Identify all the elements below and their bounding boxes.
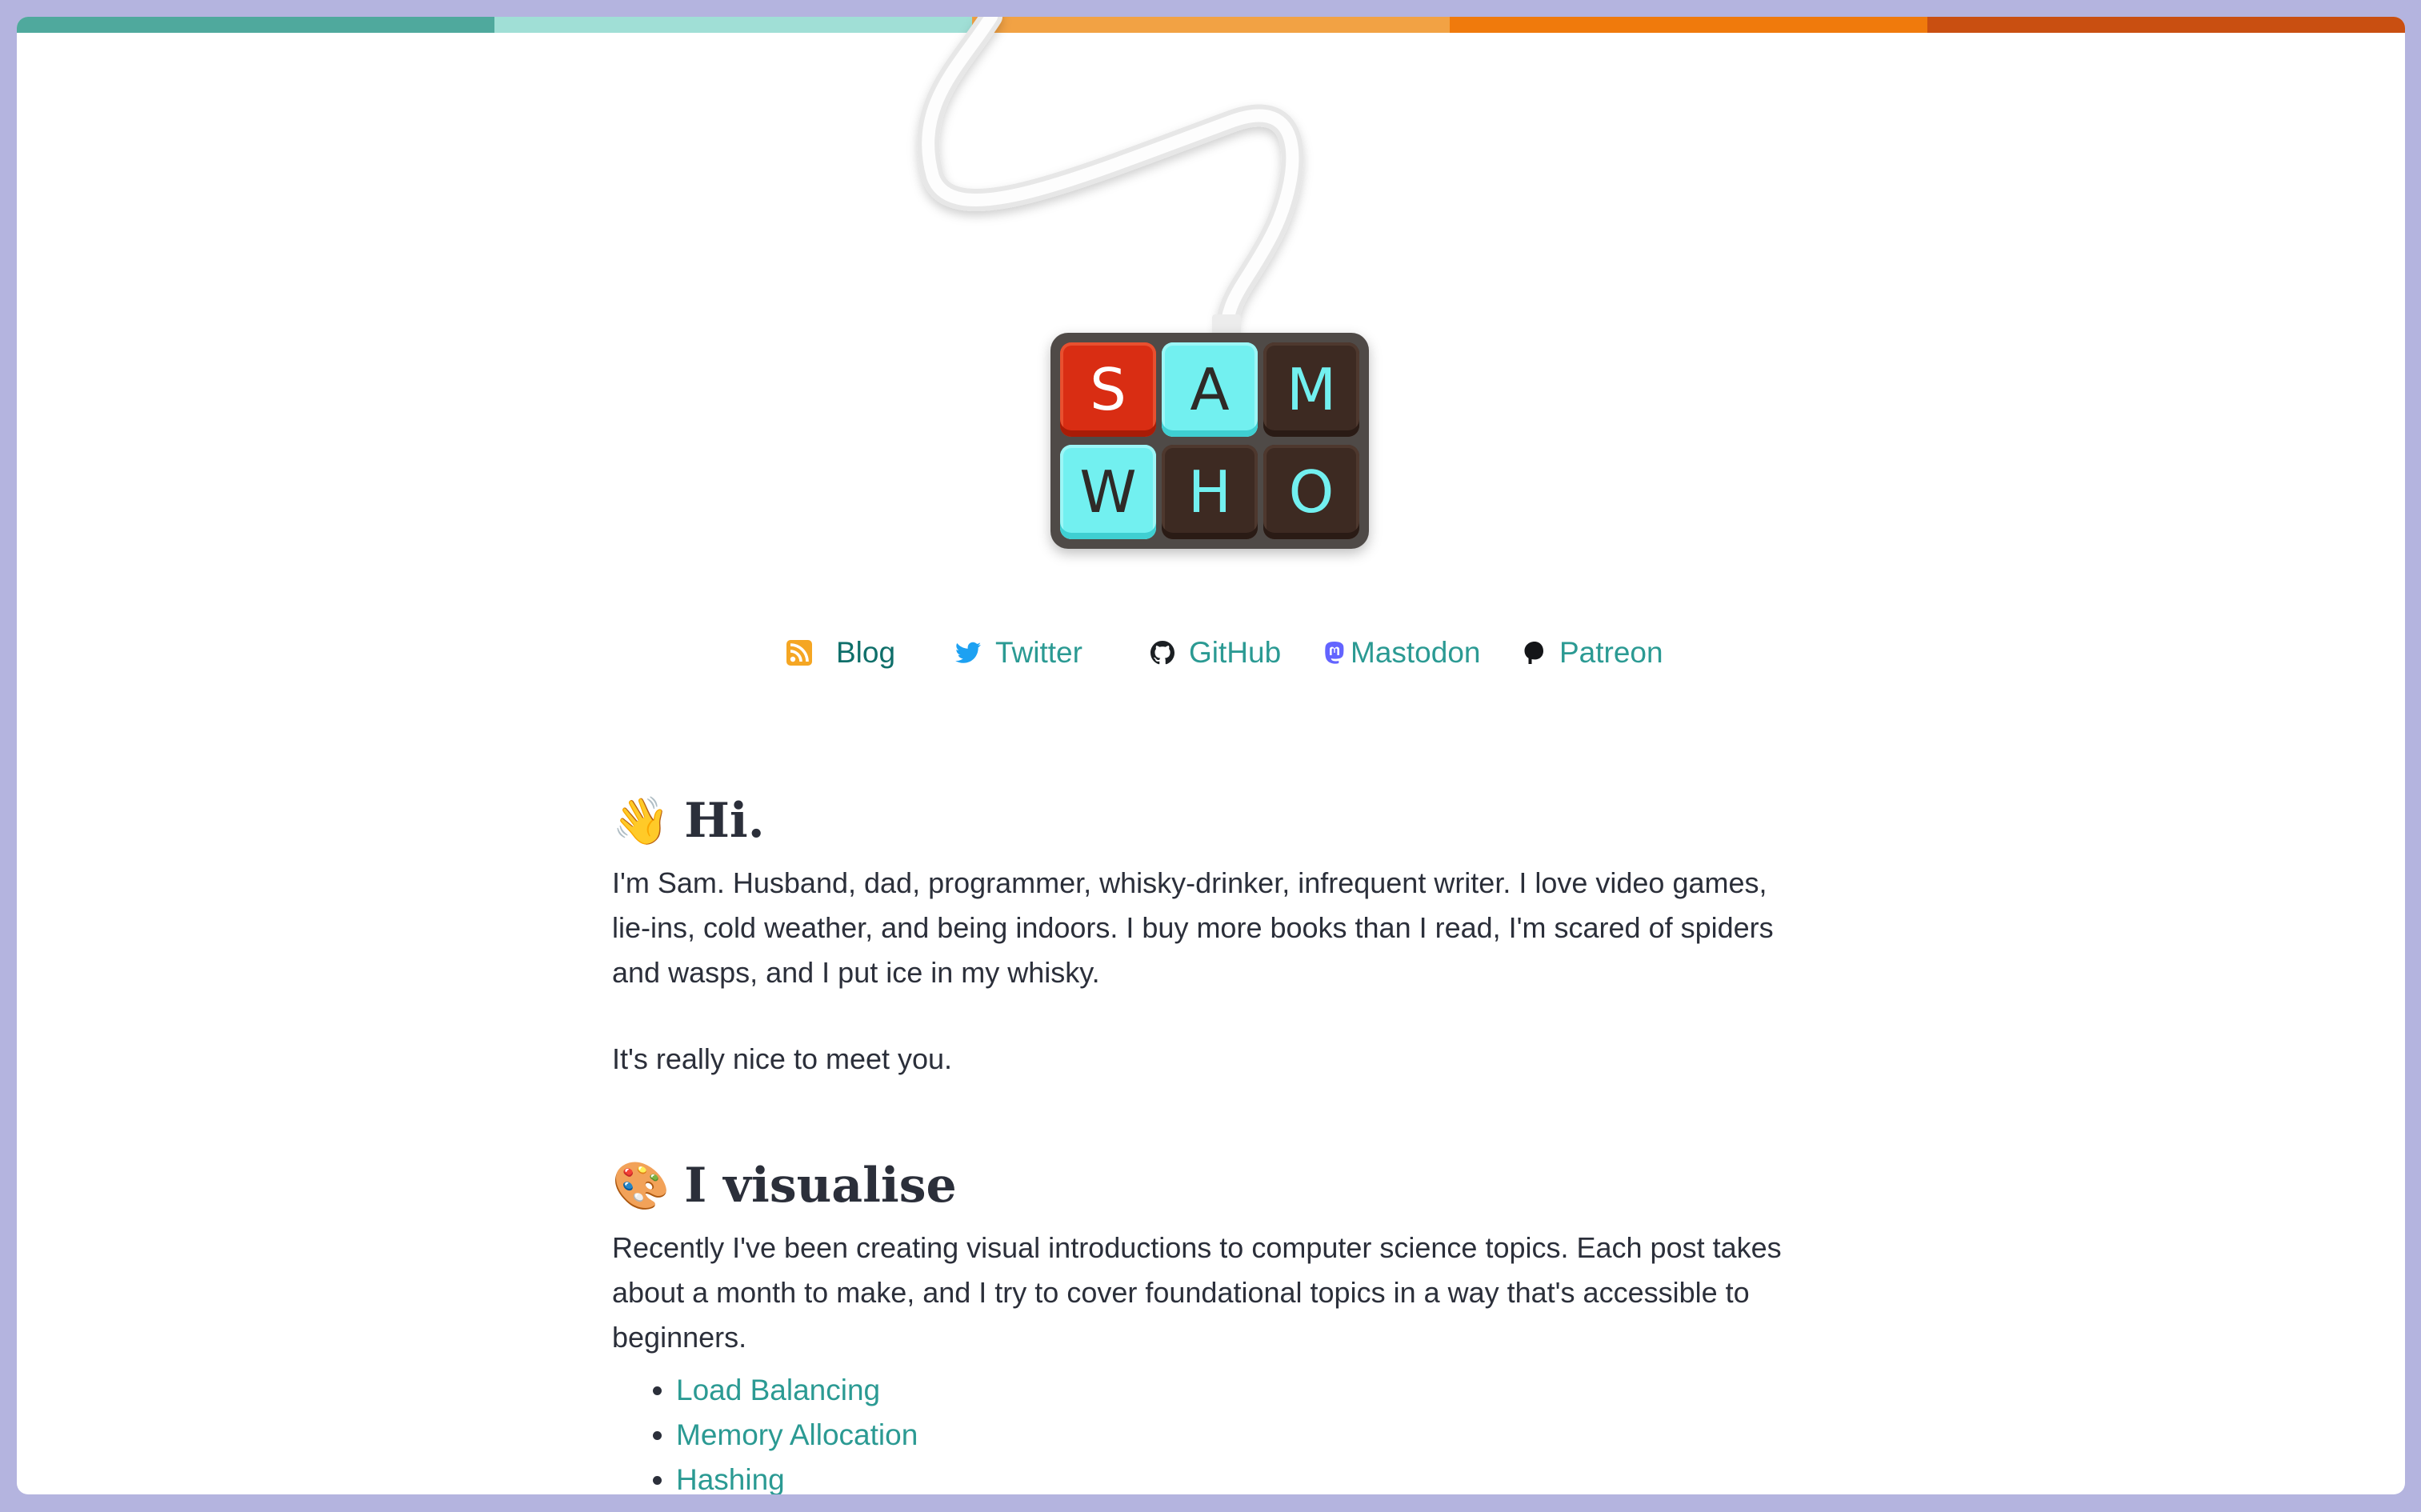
social-label: GitHub xyxy=(1189,636,1282,669)
waving-hand-icon: 👋 xyxy=(612,793,670,848)
logo-key: S xyxy=(1060,342,1156,437)
github-icon xyxy=(1150,641,1174,665)
blog-link[interactable]: Blog xyxy=(786,625,895,681)
social-label: Patreon xyxy=(1559,636,1663,669)
patreon-link[interactable]: Patreon xyxy=(1523,625,1663,681)
intro-heading-text: Hi. xyxy=(684,793,765,849)
social-label: Mastodon xyxy=(1351,636,1481,669)
intro-greeting: It's really nice to meet you. xyxy=(612,1042,953,1075)
samwho-logo-keyboard[interactable]: S A M W H O xyxy=(1050,333,1369,549)
social-label: Blog xyxy=(836,636,896,669)
logo-key: M xyxy=(1263,342,1359,437)
artist-palette-icon: 🎨 xyxy=(612,1158,670,1213)
social-label: Twitter xyxy=(995,636,1082,669)
twitter-link[interactable]: Twitter xyxy=(955,625,1082,681)
social-links: Blog Twitter GitHub Mastodon Patreon xyxy=(17,625,2405,681)
list-item: Memory Allocation xyxy=(676,1413,1804,1458)
posts-list: Load Balancing Memory Allocation Hashing xyxy=(612,1368,1804,1494)
twitter-icon xyxy=(955,642,981,663)
mastodon-icon xyxy=(1325,642,1344,664)
post-link[interactable]: Hashing xyxy=(676,1463,785,1494)
logo-key: O xyxy=(1263,445,1359,539)
post-link[interactable]: Memory Allocation xyxy=(676,1418,918,1451)
main-content: 👋 Hi. I'm Sam. Husband, dad, programmer,… xyxy=(612,781,1804,1494)
intro-paragraph: I'm Sam. Husband, dad, programmer, whisk… xyxy=(612,866,1774,989)
mastodon-link[interactable]: Mastodon xyxy=(1323,625,1481,681)
list-item: Load Balancing xyxy=(676,1368,1804,1413)
visualise-heading-text: I visualise xyxy=(684,1158,957,1214)
logo-key: H xyxy=(1162,445,1258,539)
keyboard-cable xyxy=(917,17,1304,344)
list-item: Hashing xyxy=(676,1458,1804,1494)
page-frame: S A M W H O Blog Twitter GitHub Mastodon… xyxy=(17,17,2405,1494)
rss-icon xyxy=(786,640,812,666)
patreon-icon xyxy=(1524,642,1543,664)
logo-key: A xyxy=(1162,342,1258,437)
logo-key: W xyxy=(1060,445,1156,539)
intro-heading: 👋 Hi. xyxy=(612,781,1804,861)
visualise-heading: 🎨 I visualise xyxy=(612,1146,1804,1226)
visualise-paragraph: Recently I've been creating visual intro… xyxy=(612,1231,1782,1354)
post-link[interactable]: Load Balancing xyxy=(676,1374,880,1406)
github-link[interactable]: GitHub xyxy=(1150,625,1281,681)
